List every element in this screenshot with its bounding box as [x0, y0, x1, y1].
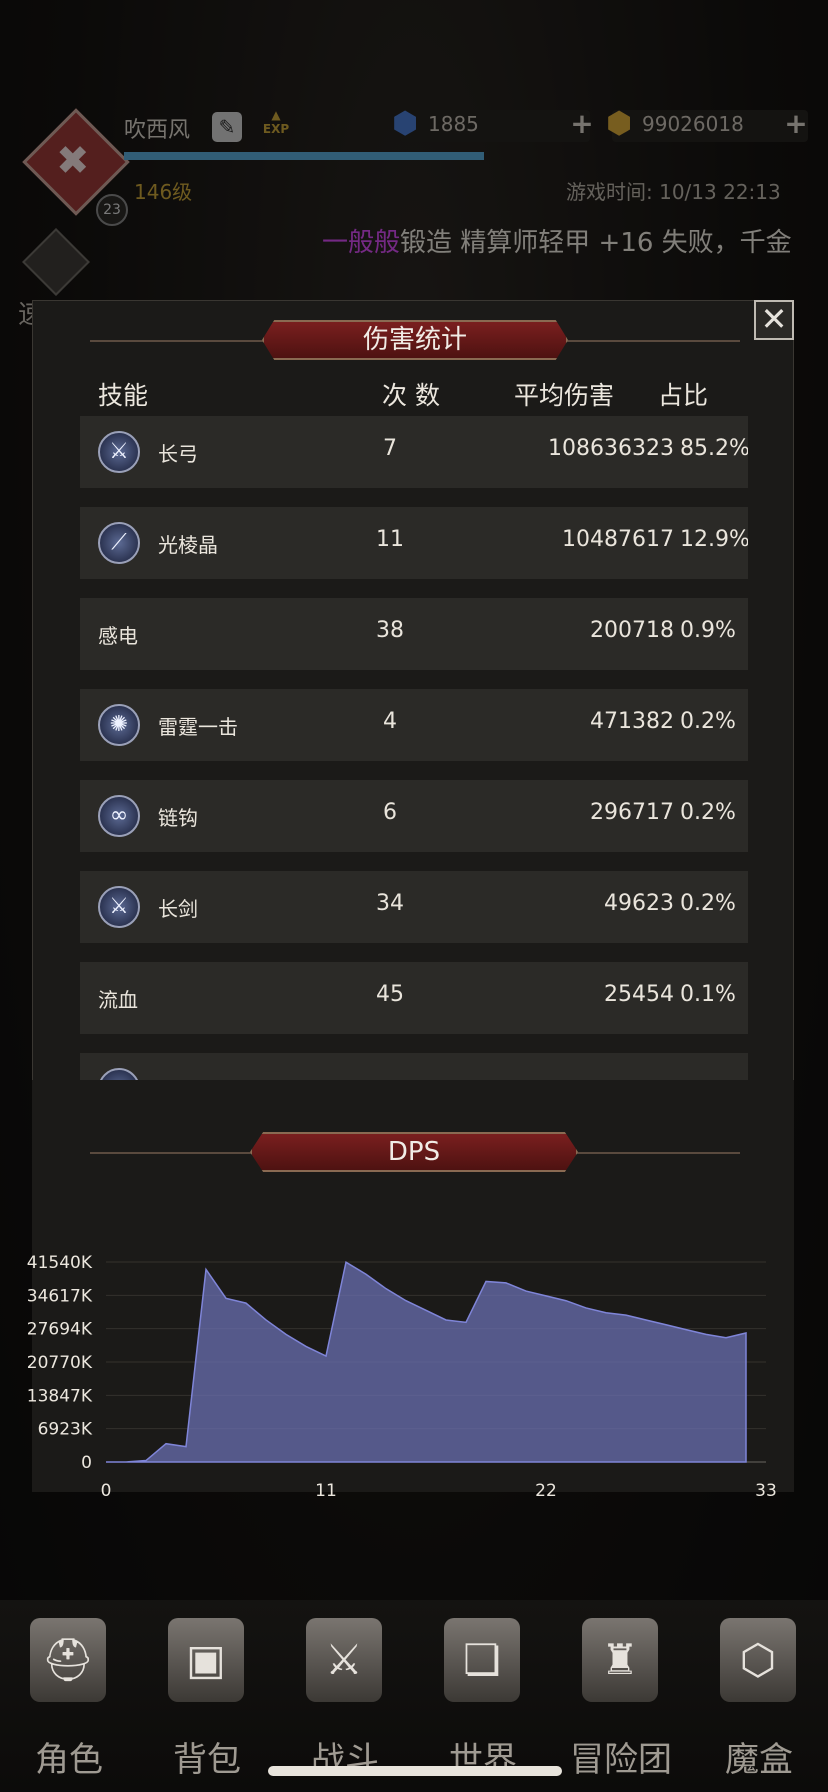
- skill-avg-damage: 25454: [604, 982, 674, 1007]
- crossed-swords-icon: ⚔: [306, 1618, 382, 1702]
- skill-name: 雷霆一击: [158, 715, 238, 739]
- skill-percent: 85.2%: [680, 436, 748, 461]
- header-avg-damage: 平均伤害: [514, 381, 615, 410]
- skill-percent: 0.1%: [680, 982, 736, 1007]
- table-row: ⚔ 长弓 7 108636323 85.2%: [80, 416, 748, 488]
- nav-item-world[interactable]: ❏ 世界: [414, 1600, 552, 1792]
- nav-item-character[interactable]: ⛑ 角色: [0, 1600, 138, 1792]
- magic-cube-icon: ⬡: [720, 1618, 796, 1702]
- skill-avg-damage: 471382: [590, 709, 674, 734]
- skill-avg-damage: 49623: [604, 891, 674, 916]
- table-header: 技能 次 数 平均伤害 占比: [98, 376, 738, 410]
- nav-label: 背包: [173, 1740, 241, 1780]
- skill-avg-damage: 108636323: [548, 436, 674, 461]
- castle-icon: ♜: [582, 1618, 658, 1702]
- skill-count: 6: [383, 800, 397, 825]
- nav-label: 魔盒: [725, 1740, 793, 1780]
- skill-avg-damage: 296717: [590, 800, 674, 825]
- thunder-orbs-icon: ✺: [98, 704, 140, 746]
- skill-name: 链钩: [158, 806, 198, 830]
- table-row: ✺ 雷霆一击 4 471382 0.2%: [80, 689, 748, 761]
- skill-name: 长剑: [158, 897, 198, 921]
- nav-label: 冒险团: [570, 1740, 672, 1780]
- skill-percent: 0.9%: [680, 618, 736, 643]
- table-row: 感电 38 200718 0.9%: [80, 598, 748, 670]
- dps-divider-left: [90, 1152, 270, 1154]
- skill-name: 感电: [98, 624, 138, 648]
- skill-avg-damage: 200718: [590, 618, 674, 643]
- skill-avg-damage: 10487617: [562, 527, 674, 552]
- nav-item-magic-box[interactable]: ⬡ 魔盒: [690, 1600, 828, 1792]
- nav-item-battle[interactable]: ⚔ 战斗: [276, 1600, 414, 1792]
- skill-percent: 0.2%: [680, 709, 736, 734]
- helmet-icon: ⛑: [30, 1618, 106, 1702]
- skill-count: 11: [376, 527, 404, 552]
- table-row: ⟋ 光棱晶 11 10487617 12.9%: [80, 507, 748, 579]
- nav-item-backpack[interactable]: ▣ 背包: [138, 1600, 276, 1792]
- skill-count: 45: [376, 982, 404, 1007]
- chain-hook-icon: ∞: [98, 795, 140, 837]
- table-row: [80, 1053, 748, 1080]
- table-row: ⚔ 长剑 34 49623 0.2%: [80, 871, 748, 943]
- bottom-nav: ⛑ 角色 ▣ 背包 ⚔ 战斗 ❏ 世界 ♜ 冒险团 ⬡ 魔盒: [0, 1600, 828, 1792]
- table-row: ∞ 链钩 6 296717 0.2%: [80, 780, 748, 852]
- nav-item-adventure-team[interactable]: ♜ 冒险团: [552, 1600, 690, 1792]
- skill-name: 流血: [98, 988, 138, 1012]
- skill-percent: 0.2%: [680, 800, 736, 825]
- table-row: 流血 45 25454 0.1%: [80, 962, 748, 1034]
- backpack-icon: ▣: [168, 1618, 244, 1702]
- skill-count: 38: [376, 618, 404, 643]
- header-percent: 占比: [658, 381, 709, 410]
- skill-count: 34: [376, 891, 404, 916]
- close-icon[interactable]: ✕: [754, 300, 794, 340]
- skill-icon-partial: [98, 1068, 140, 1080]
- nav-label: 角色: [35, 1740, 103, 1780]
- sword-icon: ⚔: [98, 886, 140, 928]
- header-count: 次 数: [382, 381, 440, 410]
- skill-count: 4: [383, 709, 397, 734]
- skill-percent: 0.2%: [680, 891, 736, 916]
- sword-icon: ⚔: [98, 431, 140, 473]
- skill-name: 光棱晶: [158, 533, 218, 557]
- header-skill: 技能: [98, 381, 149, 410]
- crystal-blade-icon: ⟋: [98, 522, 140, 564]
- skill-percent: 12.9%: [680, 527, 748, 552]
- map-scroll-icon: ❏: [444, 1618, 520, 1702]
- dps-divider-right: [560, 1152, 740, 1154]
- dps-title: DPS: [250, 1132, 578, 1172]
- banner-divider-left: [90, 340, 270, 342]
- damage-stats-title: 伤害统计: [262, 320, 568, 360]
- damage-table-scroll[interactable]: ⚔ 长弓 7 108636323 85.2% ⟋ 光棱晶 11 10487617…: [80, 416, 748, 1080]
- home-indicator[interactable]: [268, 1766, 562, 1776]
- skill-count: 7: [383, 436, 397, 461]
- banner-divider-right: [560, 340, 740, 342]
- skill-name: 长弓: [158, 442, 198, 466]
